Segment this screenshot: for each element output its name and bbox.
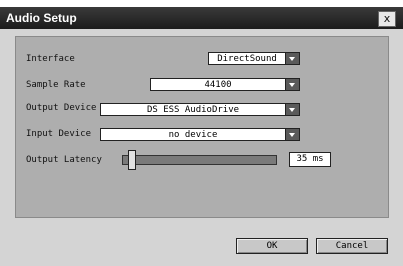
interface-label: Interface (26, 54, 75, 64)
window-title: Audio Setup (6, 11, 77, 25)
cancel-button[interactable]: Cancel (316, 238, 388, 254)
latency-slider-track[interactable] (122, 155, 277, 165)
chevron-down-icon (285, 104, 299, 115)
chevron-down-icon (285, 53, 299, 64)
input-device-dropdown[interactable]: no device (100, 128, 300, 141)
latency-value-field[interactable]: 35 ms (289, 152, 331, 167)
chevron-down-icon (285, 129, 299, 140)
ok-button[interactable]: OK (236, 238, 308, 254)
output-latency-label: Output Latency (26, 155, 102, 165)
sample-rate-value: 44100 (204, 80, 232, 90)
close-icon: x (383, 12, 391, 25)
latency-slider-handle[interactable] (128, 150, 137, 170)
input-device-label: Input Device (26, 129, 92, 139)
output-device-label: Output Device (26, 103, 97, 113)
sample-rate-dropdown[interactable]: 44100 (150, 78, 300, 91)
interface-dropdown[interactable]: DirectSound (208, 52, 300, 65)
output-device-value: DS ESS AudioDrive (146, 105, 240, 115)
sample-rate-label: Sample Rate (26, 80, 86, 90)
output-device-dropdown[interactable]: DS ESS AudioDrive (100, 103, 300, 116)
input-device-value: no device (168, 130, 218, 140)
close-button[interactable]: x (378, 11, 396, 27)
chevron-down-icon (285, 79, 299, 90)
title-bar[interactable]: Audio Setup x (0, 7, 403, 29)
